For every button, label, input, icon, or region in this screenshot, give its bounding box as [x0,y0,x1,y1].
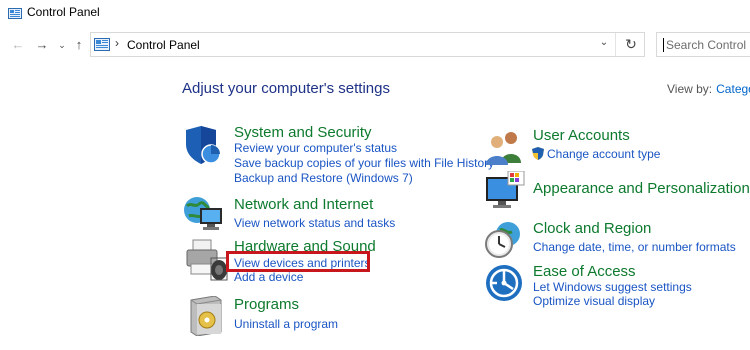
task-save-backup-file-history[interactable]: Save backup copies of your files with Fi… [234,156,494,170]
clock-globe-icon [485,222,520,258]
category-title-clock-region[interactable]: Clock and Region [533,220,651,237]
task-optimize-visual-display[interactable]: Optimize visual display [533,294,655,308]
ease-of-access-icon [486,265,522,301]
search-box[interactable] [656,32,750,57]
title-bar: Control Panel [0,0,750,27]
category-title-network-internet[interactable]: Network and Internet [234,196,373,213]
search-input[interactable] [666,35,750,54]
back-button[interactable]: ← [9,36,27,54]
view-by-dropdown[interactable]: Category [716,82,750,96]
view-by: View by:Category [667,82,750,96]
highlight-annotation-box [226,251,370,272]
recent-locations-button[interactable]: ⌄ [56,36,68,54]
breadcrumb-separator: › [115,36,119,50]
address-dropdown-button[interactable]: ⌄ [597,37,611,48]
view-by-label: View by: [667,82,713,96]
control-panel-icon [94,38,110,51]
users-icon [486,132,521,165]
category-title-system-security[interactable]: System and Security [234,124,372,141]
printer-speaker-icon [186,239,228,281]
programs-box-icon [190,296,222,336]
address-divider [615,33,616,56]
monitor-palette-icon [486,171,525,208]
task-review-computer-status[interactable]: Review your computer's status [234,141,397,155]
task-change-date-time-formats[interactable]: Change date, time, or number formats [533,240,736,254]
category-title-appearance-personalization[interactable]: Appearance and Personalization [533,180,750,197]
forward-button[interactable]: → [33,36,51,54]
navigation-bar: ← → ⌄ ↑ › Control Panel ⌄ ↻ [0,27,750,63]
page-heading: Adjust your computer's settings [182,80,390,97]
task-backup-restore[interactable]: Backup and Restore (Windows 7) [234,171,413,185]
up-button[interactable]: ↑ [70,36,88,54]
uac-shield-icon [532,147,544,160]
network-globe-icon [184,197,222,230]
task-let-windows-suggest[interactable]: Let Windows suggest settings [533,280,692,294]
category-title-ease-of-access[interactable]: Ease of Access [533,263,636,280]
task-uninstall-program[interactable]: Uninstall a program [234,317,338,331]
category-title-user-accounts[interactable]: User Accounts [533,127,630,144]
text-caret [663,38,664,52]
window-title: Control Panel [27,5,100,19]
task-add-device[interactable]: Add a device [234,270,303,284]
breadcrumb-control-panel[interactable]: Control Panel [127,38,200,52]
category-title-programs[interactable]: Programs [234,296,299,313]
system-security-shield-icon [186,126,221,164]
task-view-network-status[interactable]: View network status and tasks [234,216,395,230]
task-change-account-type-label: Change account type [547,147,661,161]
task-change-account-type[interactable]: Change account type [532,147,660,161]
refresh-button[interactable]: ↻ [623,36,639,53]
control-panel-app-icon [8,8,22,19]
address-bar[interactable]: › Control Panel ⌄ ↻ [90,32,645,57]
